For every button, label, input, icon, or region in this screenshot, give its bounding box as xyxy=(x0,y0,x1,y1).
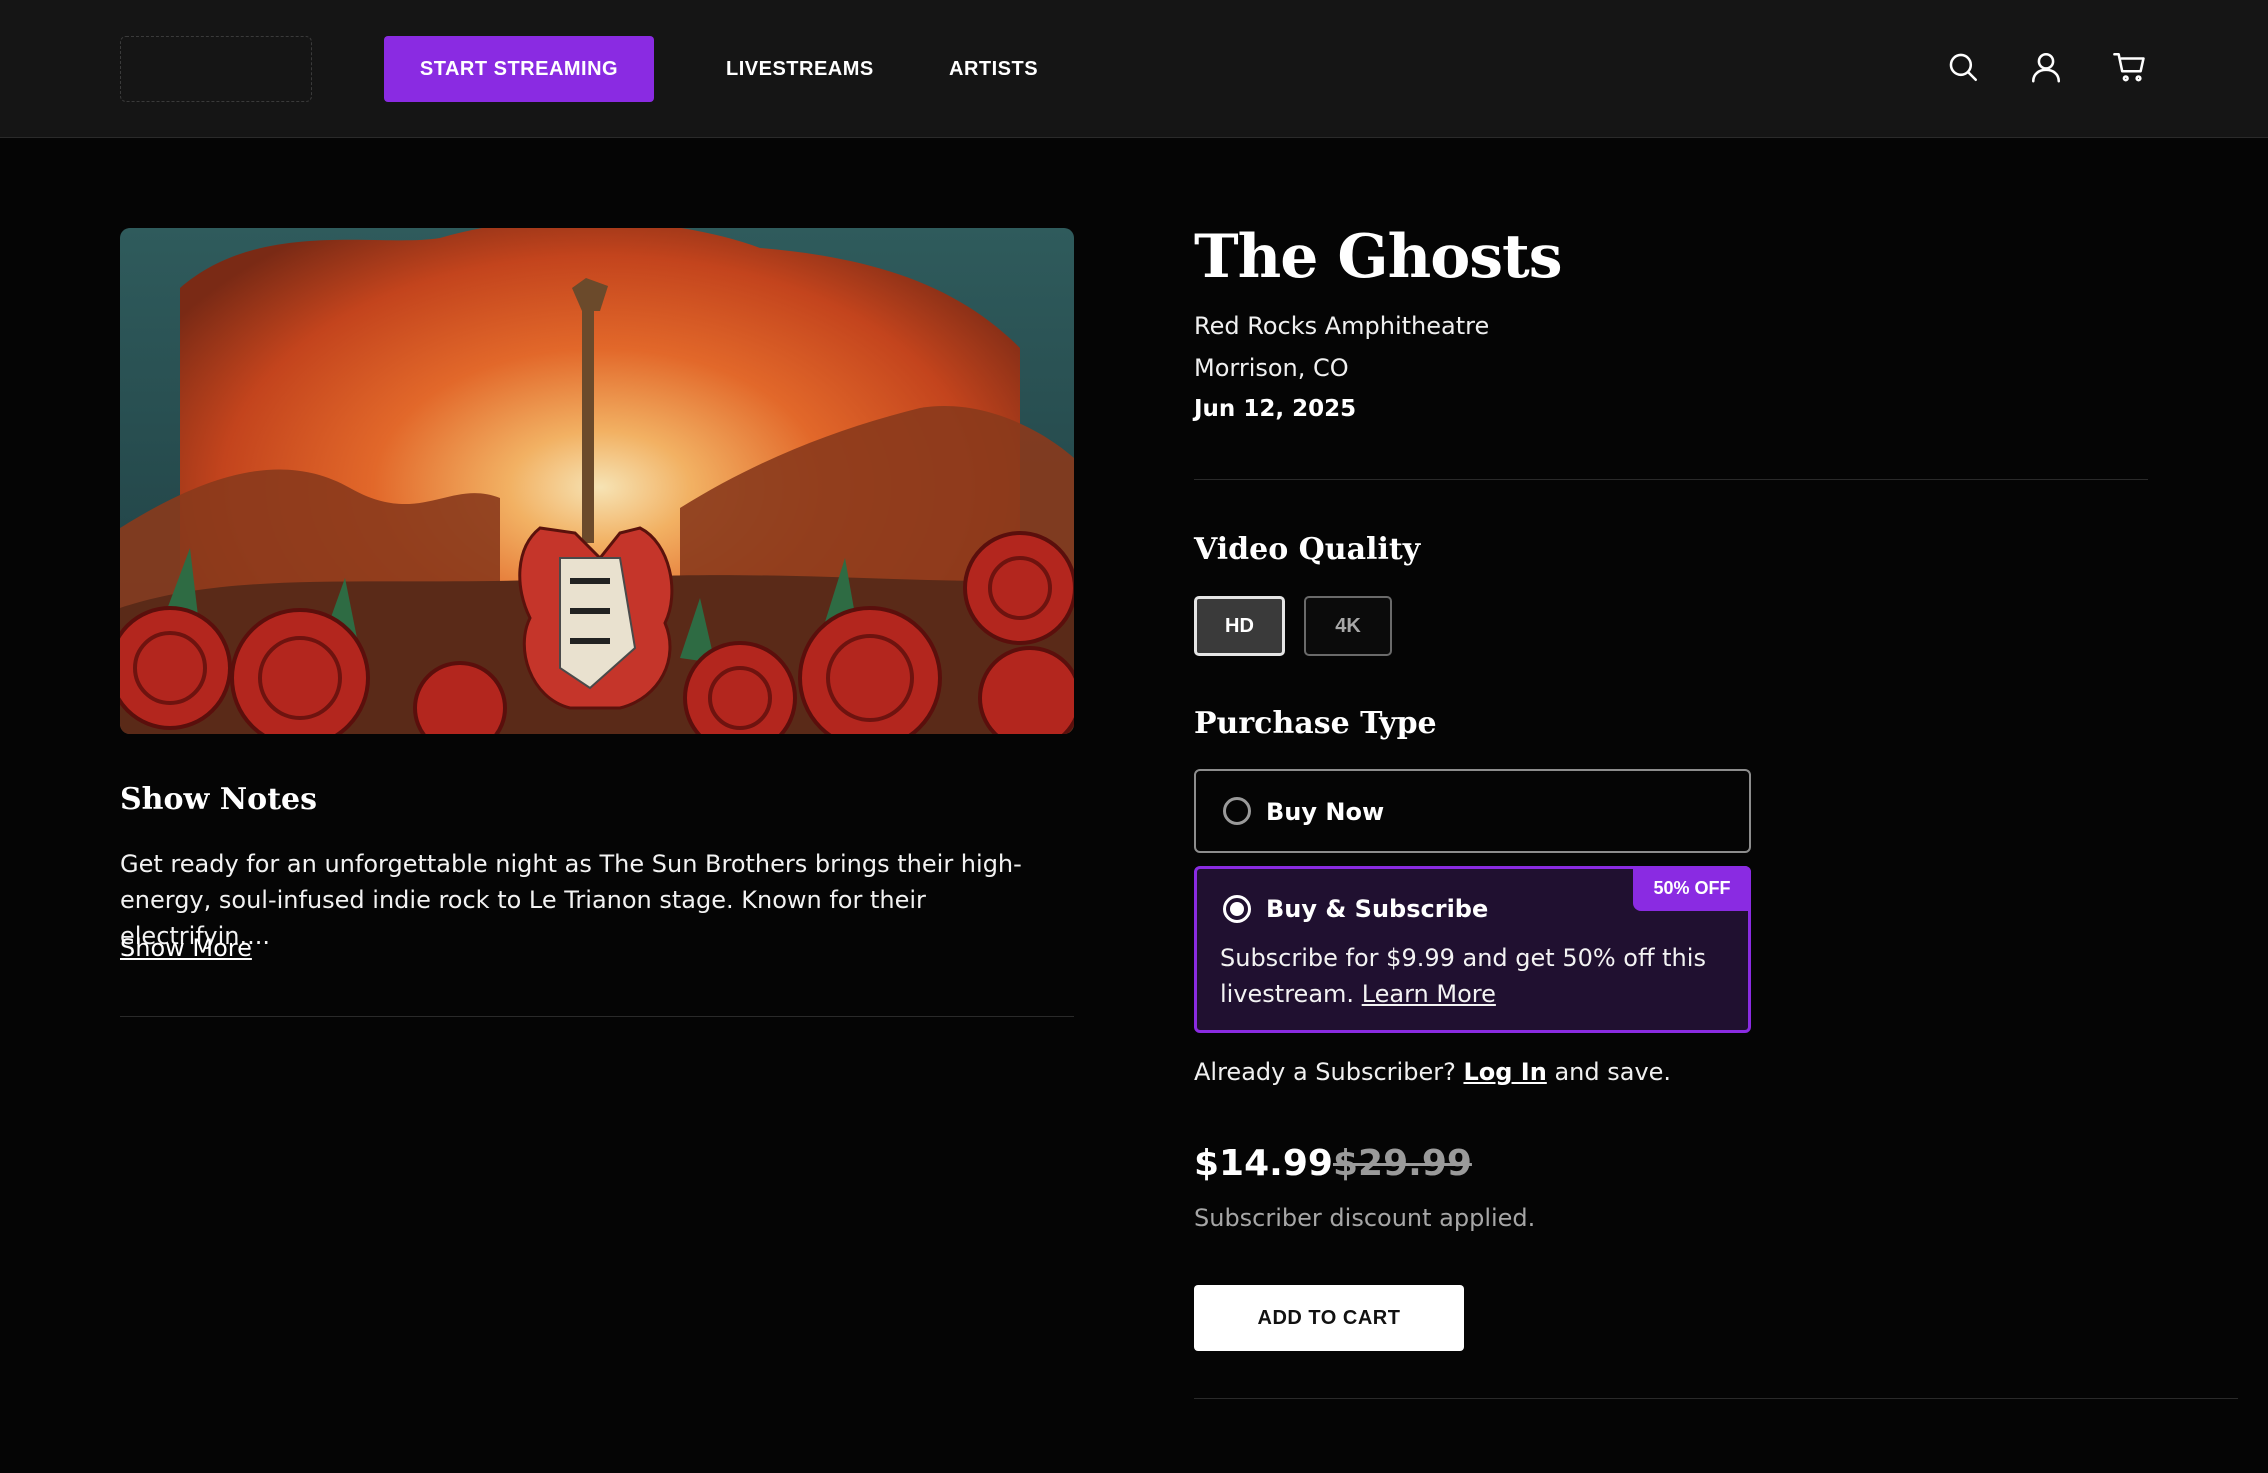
search-icon[interactable] xyxy=(1942,46,1984,88)
purchase-option-buy-now[interactable]: Buy Now xyxy=(1194,769,1751,853)
nav-artists-link[interactable]: ARTISTS xyxy=(949,36,1038,102)
original-price: $29.99 xyxy=(1333,1143,1472,1184)
buy-subscribe-label: Buy & Subscribe xyxy=(1266,895,1489,923)
buy-now-label: Buy Now xyxy=(1266,798,1385,826)
current-price: $14.99 xyxy=(1194,1143,1333,1184)
add-to-cart-button[interactable]: ADD TO CART xyxy=(1194,1285,1464,1351)
nav-livestreams-link[interactable]: LIVESTREAMS xyxy=(726,36,874,102)
show-more-link[interactable]: Show More xyxy=(120,934,252,962)
top-nav-bar: START STREAMING LIVESTREAMS ARTISTS xyxy=(0,0,2268,138)
quality-hd-button[interactable]: HD xyxy=(1194,596,1285,656)
discount-note: Subscriber discount applied. xyxy=(1194,1204,1536,1232)
show-title: The Ghosts xyxy=(1194,222,1562,292)
divider xyxy=(120,1016,1074,1017)
subscribe-description: Subscribe for $9.99 and get 50% off this… xyxy=(1220,940,1730,1012)
radio-unselected[interactable] xyxy=(1223,797,1251,825)
venue-name: Red Rocks Amphitheatre xyxy=(1194,312,1490,340)
subscriber-suffix: and save. xyxy=(1554,1058,1672,1086)
show-date: Jun 12, 2025 xyxy=(1194,396,1357,422)
learn-more-link[interactable]: Learn More xyxy=(1362,980,1496,1008)
discount-badge: 50% OFF xyxy=(1633,866,1751,911)
video-quality-heading: Video Quality xyxy=(1194,532,1421,567)
quality-4k-button[interactable]: 4K xyxy=(1304,596,1392,656)
divider xyxy=(1194,1398,2238,1399)
logo-placeholder[interactable] xyxy=(120,36,312,102)
subscriber-prefix: Already a Subscriber? xyxy=(1194,1058,1456,1086)
purchase-option-buy-subscribe[interactable]: Buy & Subscribe 50% OFF Subscribe for $9… xyxy=(1194,866,1751,1033)
venue-location: Morrison, CO xyxy=(1194,354,1349,382)
show-artwork-image xyxy=(120,228,1074,734)
purchase-type-heading: Purchase Type xyxy=(1194,706,1437,741)
start-streaming-button[interactable]: START STREAMING xyxy=(384,36,654,102)
login-link[interactable]: Log In xyxy=(1463,1058,1546,1086)
subscriber-login-prompt: Already a Subscriber? Log In and save. xyxy=(1194,1058,1671,1086)
cart-icon[interactable] xyxy=(2109,46,2151,88)
divider xyxy=(1194,479,2148,480)
show-notes-text: Get ready for an unforgettable night as … xyxy=(120,850,1022,950)
user-icon[interactable] xyxy=(2025,46,2067,88)
radio-selected[interactable] xyxy=(1223,895,1251,923)
show-notes-heading: Show Notes xyxy=(120,782,318,817)
